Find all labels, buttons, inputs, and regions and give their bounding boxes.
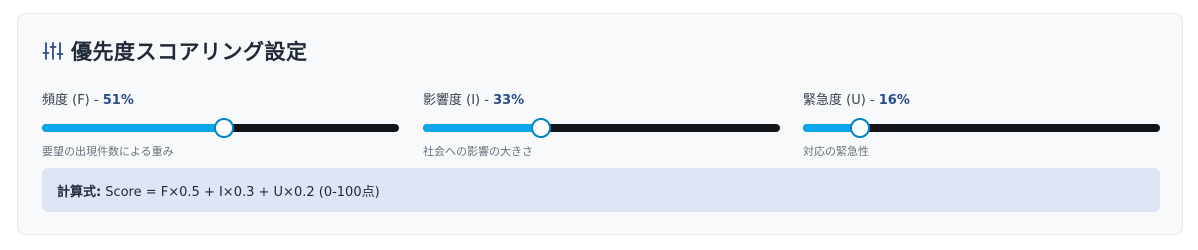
urgency-slider-group: 緊急度 (U) - 16% 対応の緊急性 xyxy=(803,92,1160,159)
frequency-slider-fill xyxy=(42,124,225,132)
frequency-slider-thumb[interactable] xyxy=(214,118,235,138)
impact-slider-thumb[interactable] xyxy=(530,118,551,138)
impact-name: 影響度 (I) xyxy=(423,93,481,108)
urgency-slider-thumb[interactable] xyxy=(850,118,871,138)
sliders-icon xyxy=(42,40,64,62)
frequency-name: 頻度 (F) xyxy=(42,93,90,108)
card-header: 優先度スコアリング設定 xyxy=(42,36,308,66)
frequency-separator: - xyxy=(89,93,103,108)
frequency-label: 頻度 (F) - 51% xyxy=(42,92,399,110)
urgency-separator: - xyxy=(865,93,879,108)
frequency-percent: 51% xyxy=(102,93,134,108)
impact-slider-track[interactable] xyxy=(423,118,780,138)
impact-slider-fill xyxy=(423,124,541,132)
urgency-slider-track[interactable] xyxy=(803,118,1160,138)
frequency-slider-track[interactable] xyxy=(42,118,399,138)
impact-slider-group: 影響度 (I) - 33% 社会への影響の大きさ xyxy=(423,92,780,159)
urgency-name: 緊急度 (U) xyxy=(803,93,866,108)
urgency-description: 対応の緊急性 xyxy=(803,145,869,158)
formula-label: 計算式: xyxy=(57,184,102,200)
frequency-description: 要望の出現件数による重み xyxy=(42,145,174,158)
frequency-slider-group: 頻度 (F) - 51% 要望の出現件数による重み xyxy=(42,92,399,159)
urgency-percent: 16% xyxy=(878,93,910,108)
impact-label: 影響度 (I) - 33% xyxy=(423,92,780,110)
impact-separator: - xyxy=(480,93,494,108)
formula-text: Score = F×0.5 + I×0.3 + U×0.2 (0-100点) xyxy=(105,184,380,200)
priority-scoring-card: 優先度スコアリング設定 頻度 (F) - 51% 要望の出現件数による重み 影響… xyxy=(17,13,1183,235)
impact-percent: 33% xyxy=(493,93,525,108)
formula-box: 計算式: Score = F×0.5 + I×0.3 + U×0.2 (0-10… xyxy=(42,168,1160,212)
impact-description: 社会への影響の大きさ xyxy=(423,145,533,158)
urgency-label: 緊急度 (U) - 16% xyxy=(803,92,1160,110)
page-title: 優先度スコアリング設定 xyxy=(71,40,308,64)
